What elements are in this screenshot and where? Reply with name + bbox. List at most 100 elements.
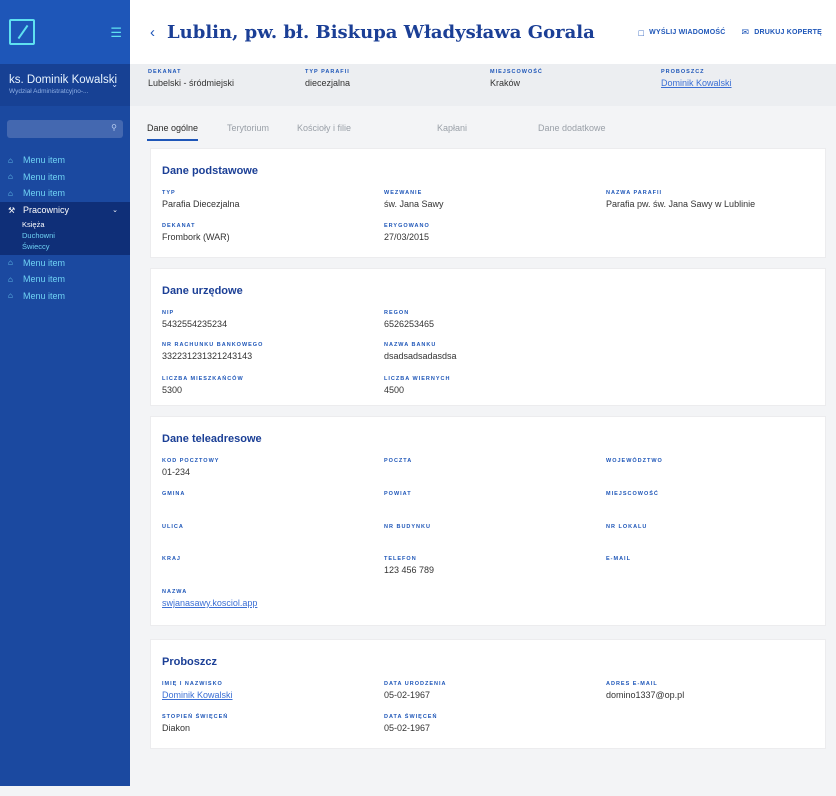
field-label: NR RACHUNKU BANKOWEGO [162,342,264,348]
page-header: ‹ Lublin, pw. bł. Biskupa Władysława Gor… [130,0,836,64]
user-switcher[interactable]: ks. Dominik Kowalski Wydział Administrat… [0,64,130,106]
field-imie-i-nazwisko: IMIĘ I NAZWISKO Dominik Kowalski [162,681,233,700]
hamburger-menu-icon[interactable]: ☰ [110,26,122,39]
section-title: Dane teleadresowe [162,433,262,445]
main-content: ‹ Lublin, pw. bł. Biskupa Władysława Gor… [130,0,836,796]
field-wojewodztwo: WOJEWÓDZTWO [606,458,663,467]
field-value: 05-02-1967 [384,723,431,733]
field-label: WEZWANIE [384,190,423,196]
field-label: KOD POCZTOWY [162,458,220,464]
pastor-link[interactable]: Dominik Kowalski [661,78,732,88]
parish-summary: DEKANAT Lubelski - śródmiejski TYP PARAF… [130,64,836,106]
field-label: NAZWA [162,589,188,595]
sidebar-subitem-ksieza[interactable]: Księża [0,219,130,230]
field-liczba-wiernych: LICZBA WIERNYCH 4500 [384,376,450,395]
sidebar-item-label: Menu item [23,290,66,301]
sidebar-item-menu-1[interactable]: ⌂ Menu item [0,152,130,169]
field-value: Frombork (WAR) [162,232,230,242]
sidebar-subitem-duchowni[interactable]: Duchowni [0,230,130,241]
field-dekanat: DEKANAT Frombork (WAR) [162,223,230,242]
field-typ: TYP Parafia Diecezjalna [162,190,240,209]
field-label: ERYGOWANO [384,223,430,229]
meta-miejscowosc: MIEJSCOWOŚĆ Kraków [490,69,543,88]
field-value: 4500 [384,385,405,395]
field-data-swiecen: DATA ŚWIĘCEŃ 05-02-1967 [384,714,437,733]
field-value: Parafia pw. św. Jana Sawy w Lublinie [606,199,756,209]
sidebar-item-label: Menu item [23,188,66,199]
home-icon: ⌂ [8,188,13,198]
sidebar-item-menu-2[interactable]: ⌂ Menu item [0,169,130,186]
field-label: E-MAIL [606,556,631,562]
field-label: IMIĘ I NAZWISKO [162,681,223,687]
field-powiat: POWIAT [384,491,412,500]
send-message-button[interactable]: □ WYŚLIJ WIADOMOŚĆ [639,27,726,38]
home-icon: ⌂ [8,258,13,268]
field-stopien-swiecen: STOPIEŃ ŚWIĘCEŃ Diakon [162,714,228,733]
sidebar-search-input[interactable] [7,121,123,140]
field-label: STOPIEŃ ŚWIĘCEŃ [162,714,229,720]
tab-dane-dodatkowe[interactable]: Dane dodatkowe [538,123,606,139]
section-title: Dane podstawowe [162,165,258,177]
field-value: 05-02-1967 [384,690,431,700]
meta-label: DEKANAT [148,69,182,75]
meta-label: PROBOSZCZ [661,69,705,75]
field-value: św. Jana Sawy [384,199,444,209]
field-nr-budynku: NR BUDYNKU [384,524,431,533]
sidebar-item-menu-6[interactable]: ⌂ Menu item [0,288,130,305]
field-nip: NIP 5432554235234 [162,310,227,329]
field-value: 27/03/2015 [384,232,430,242]
chevron-down-icon[interactable]: ⌄ [111,80,118,89]
field-label: KRAJ [162,556,181,562]
card-dane-urzedowe: Dane urzędowe NIP 5432554235234 REGON 6526… [150,268,826,406]
field-label: MIEJSCOWOŚĆ [606,491,659,497]
sidebar-group-pracownicy: ⚒ Pracownicy ⌄ Księża Duchowni Świeccy [0,201,130,255]
header-actions: □ WYŚLIJ WIADOMOŚĆ ✉ DRUKUJ KOPERTĘ [639,27,822,38]
field-kod-pocztowy: KOD POCZTOWY 01-234 [162,458,219,477]
home-icon: ⌂ [8,274,13,284]
sidebar-item-menu-4[interactable]: ⌂ Menu item [0,255,130,272]
back-chevron-icon[interactable]: ‹ [150,24,155,41]
field-value: Parafia Diecezjalna [162,199,240,209]
tab-dane-ogolne[interactable]: Dane ogólne [147,123,199,141]
field-kraj: KRAJ [162,556,181,565]
sidebar-header: ☰ [0,0,130,64]
sidebar-item-pracownicy[interactable]: ⚒ Pracownicy ⌄ [0,202,130,219]
field-regon: REGON 6526253465 [384,310,434,329]
field-label: WOJEWÓDZTWO [606,458,663,464]
section-title: Proboszcz [162,656,218,668]
tab-terytorium[interactable]: Terytorium [227,123,269,139]
tab-koscioly-i-filie[interactable]: Kościoły i filie [297,123,351,139]
field-label: NAZWA BANKU [384,342,437,348]
field-gmina: GMINA [162,491,185,500]
sidebar-search: ⚲ [7,120,123,140]
field-label: DATA URODZENIA [384,681,447,687]
sidebar-item-menu-5[interactable]: ⌂ Menu item [0,271,130,288]
field-label: POWIAT [384,491,412,497]
field-label: ADRES E-MAIL [606,681,658,687]
field-value: 01-234 [162,467,191,477]
app-logo[interactable] [9,19,35,45]
website-link[interactable]: swjanasawy.kosciol.app [162,598,257,608]
tab-kaplani[interactable]: Kapłani [437,123,467,139]
field-miejscowosc: MIEJSCOWOŚĆ [606,491,659,500]
sidebar: ☰ ks. Dominik Kowalski Wydział Administr… [0,0,130,786]
card-dane-teleadresowe: Dane teleadresowe KOD POCZTOWY 01-234 POC… [150,416,826,626]
field-liczba-mieszkancow: LICZBA MIESZKAŃCÓW 5300 [162,376,244,395]
sidebar-item-menu-3[interactable]: ⌂ Menu item [0,185,130,202]
sidebar-subitem-swieccy[interactable]: Świeccy [0,241,130,252]
field-nazwa-banku: NAZWA BANKU dsadsadsadasdsa [384,342,457,361]
field-nazwa-parafii: NAZWA PARAFII Parafia pw. św. Jana Sawy w… [606,190,755,209]
field-label: TYP [162,190,176,196]
field-value: 332231231321243143 [162,351,253,361]
print-envelope-button[interactable]: ✉ DRUKUJ KOPERTĘ [741,27,822,38]
field-wezwanie: WEZWANIE św. Jana Sawy [384,190,444,209]
field-value: domino1337@op.pl [606,690,685,700]
sidebar-item-label: Pracownicy [23,205,70,215]
tab-bar: Dane ogólne Terytorium Kościoły i filie … [130,106,836,148]
chevron-down-icon[interactable]: ⌄ [112,206,118,214]
search-icon[interactable]: ⚲ [111,123,117,132]
field-value: Diakon [162,723,191,733]
field-value: 5432554235234 [162,319,228,329]
pastor-name-link[interactable]: Dominik Kowalski [162,690,233,700]
send-message-label: WYŚLIJ WIADOMOŚĆ [649,29,726,36]
